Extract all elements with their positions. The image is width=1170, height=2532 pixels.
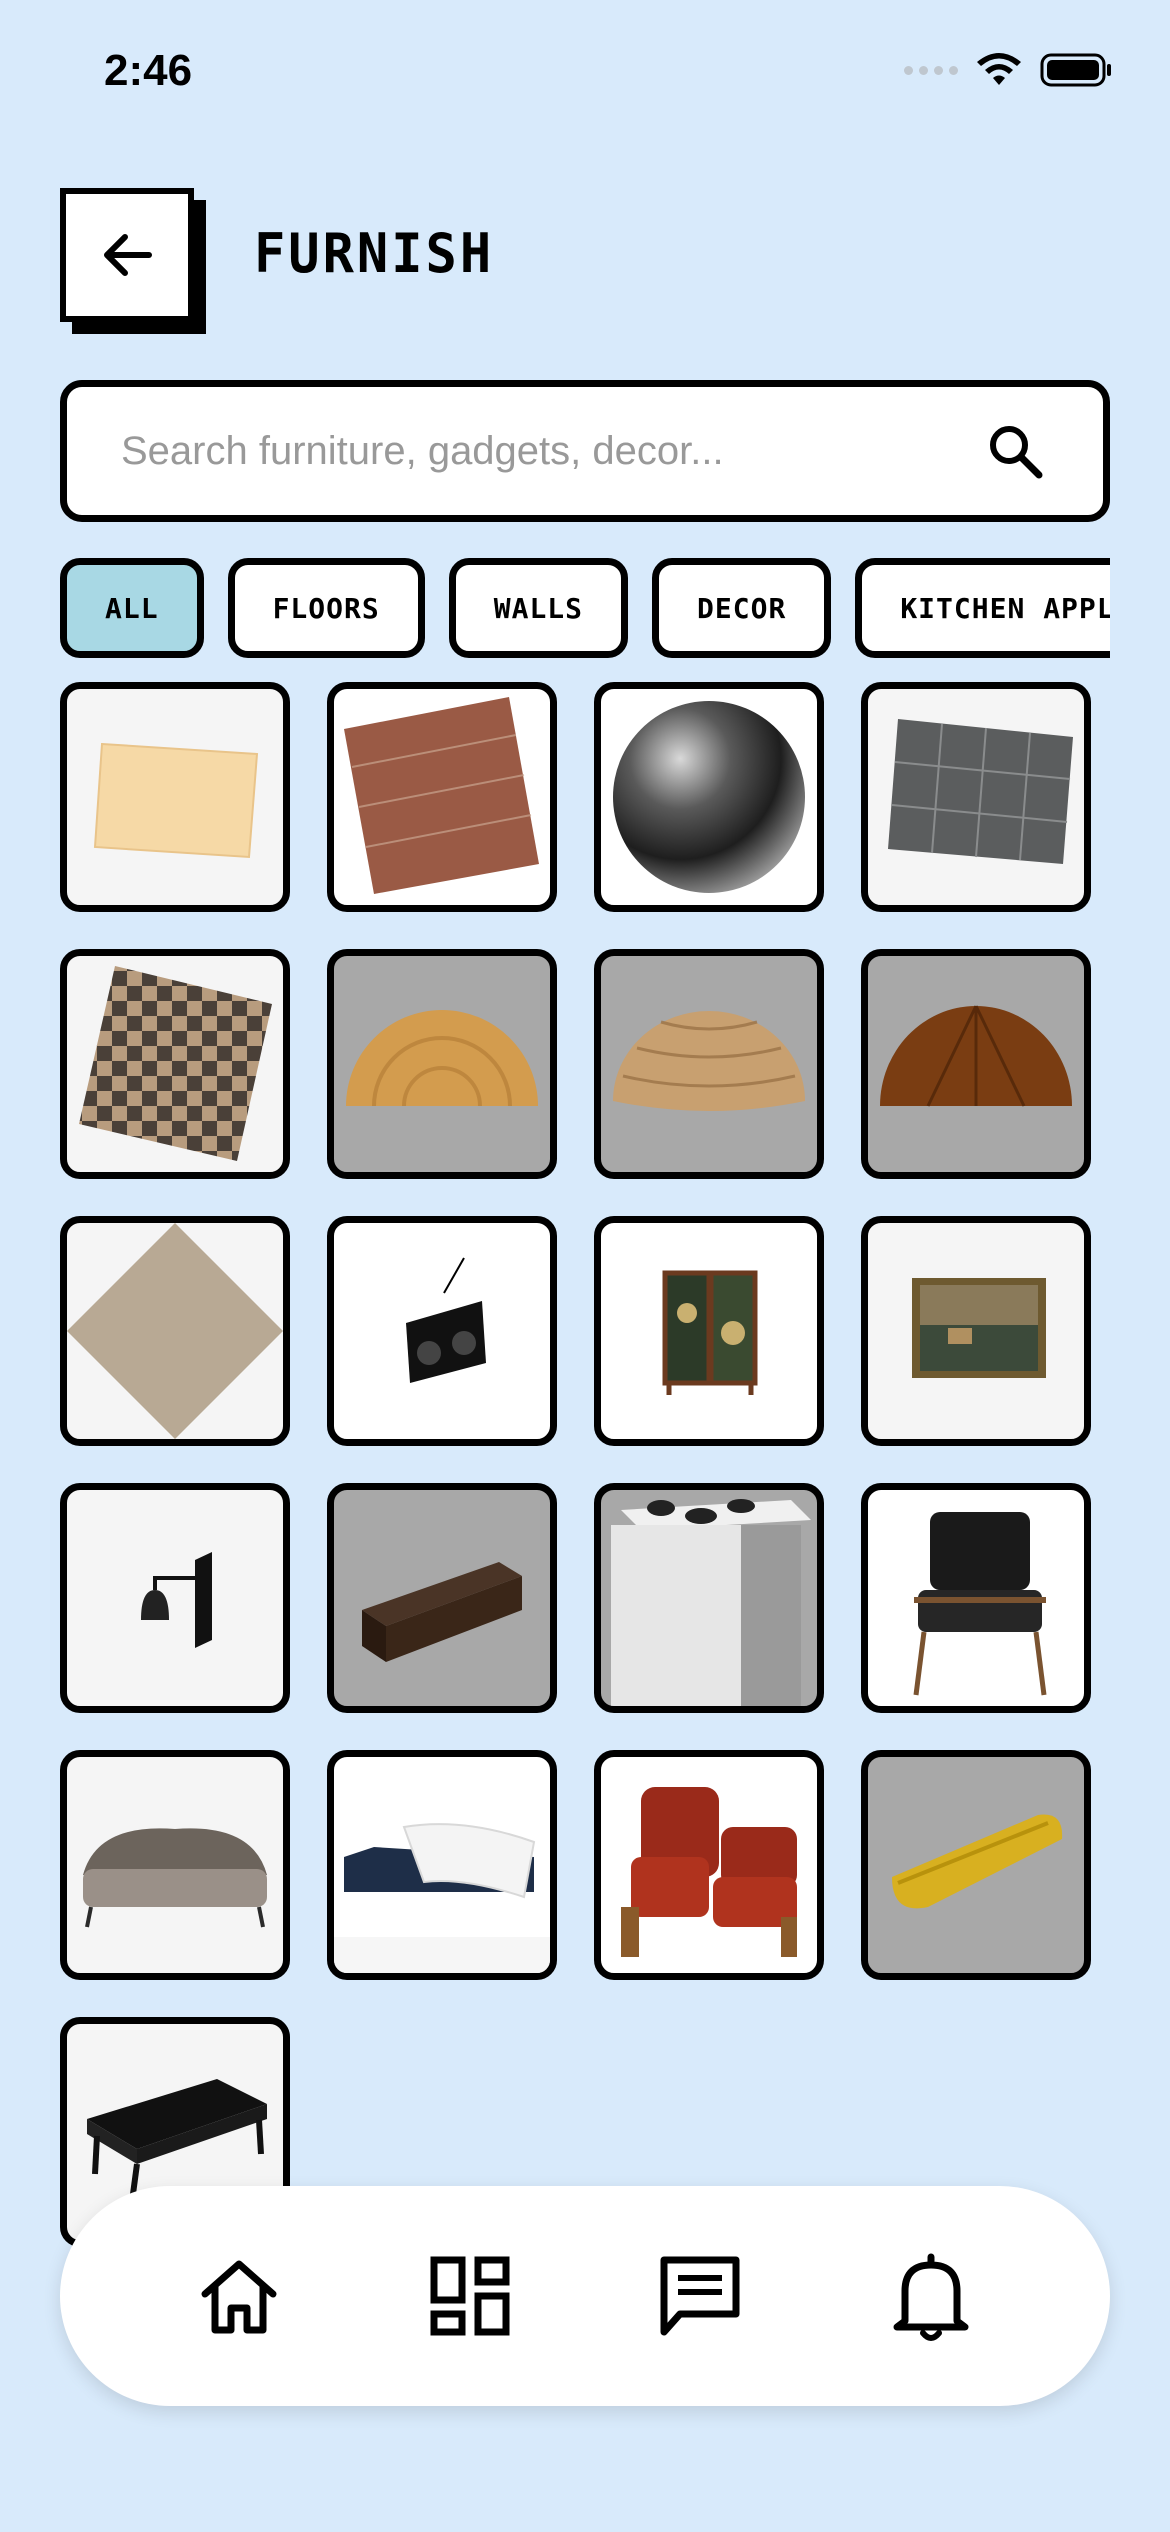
item-light-wood-floor[interactable]: [60, 682, 290, 912]
chip-decor[interactable]: DECOR: [652, 558, 832, 658]
item-folding-screen[interactable]: [594, 1216, 824, 1446]
back-button[interactable]: [60, 188, 194, 322]
dashboard-icon: [430, 2256, 510, 2336]
item-chaise-lounge[interactable]: [327, 1750, 557, 1980]
item-red-chairs[interactable]: [594, 1750, 824, 1980]
chat-icon: [660, 2256, 740, 2336]
chip-floors[interactable]: FLOORS: [227, 558, 425, 658]
gray-stone-tile-thumbnail: [888, 719, 1073, 864]
item-wall-lamp[interactable]: [60, 1483, 290, 1713]
dark-wood-dome-thumbnail: [880, 1005, 1072, 1107]
red-chairs-thumbnail: [621, 1787, 797, 1957]
stove-appliance-thumbnail: [611, 1499, 811, 1706]
item-yellow-sofa[interactable]: [861, 1750, 1091, 1980]
marble-floor-thumbnail: [67, 1223, 283, 1439]
bottom-navigation: [60, 2186, 1110, 2406]
status-indicators: [904, 52, 1114, 88]
brick-wall-thumbnail: [344, 697, 539, 894]
search-icon[interactable]: [985, 421, 1045, 481]
battery-icon: [1040, 53, 1111, 87]
wood-stripe-dome-thumbnail: [613, 1011, 805, 1111]
boombox-thumbnail: [406, 1257, 486, 1383]
search-input[interactable]: [119, 427, 985, 475]
nav-dashboard[interactable]: [420, 2246, 520, 2346]
item-grid: [60, 682, 1110, 2247]
light-wood-floor-thumbnail: [93, 742, 259, 859]
item-wood-stripe-dome[interactable]: [594, 949, 824, 1179]
item-stove-appliance[interactable]: [594, 1483, 824, 1713]
framed-painting-thumbnail: [912, 1278, 1046, 1378]
arrow-left-icon: [104, 234, 152, 276]
leather-armchair-thumbnail: [913, 1512, 1047, 1696]
victorian-sofa-thumbnail: [83, 1828, 267, 1928]
item-brick-wall[interactable]: [327, 682, 557, 912]
nav-home[interactable]: [189, 2246, 289, 2346]
chip-kitchen-appliances[interactable]: KITCHEN APPLIANCES: [855, 558, 1110, 658]
nav-notifications[interactable]: [881, 2246, 981, 2346]
search-bar[interactable]: [60, 380, 1110, 522]
item-boombox[interactable]: [327, 1216, 557, 1446]
checker-floor-thumbnail: [79, 966, 272, 1161]
item-framed-painting[interactable]: [861, 1216, 1091, 1446]
item-dark-wood-dome[interactable]: [861, 949, 1091, 1179]
parquet-dome-thumbnail: [346, 1010, 538, 1107]
item-chrome-sphere[interactable]: [594, 682, 824, 912]
chip-all[interactable]: ALL: [60, 558, 204, 658]
item-checker-floor[interactable]: [60, 949, 290, 1179]
item-tv-console[interactable]: [327, 1483, 557, 1713]
chrome-sphere-thumbnail: [613, 701, 805, 893]
wifi-icon: [977, 53, 1021, 85]
yellow-sofa-thumbnail: [892, 1814, 1063, 1909]
item-gray-stone-tile[interactable]: [861, 682, 1091, 912]
item-parquet-dome[interactable]: [327, 949, 557, 1179]
status-time: 2:46: [104, 46, 193, 95]
home-icon: [201, 2260, 277, 2334]
page-title: FURNISH: [254, 222, 495, 286]
category-chips: ALL FLOORS WALLS DECOR KITCHEN APPLIANCE…: [60, 558, 1110, 658]
item-victorian-sofa[interactable]: [60, 1750, 290, 1980]
tv-console-thumbnail: [362, 1562, 522, 1662]
cellular-signal-icon: [904, 65, 958, 75]
bell-icon: [893, 2253, 969, 2341]
chaise-lounge-thumbnail: [334, 1823, 550, 1973]
chip-walls[interactable]: WALLS: [448, 558, 629, 658]
item-leather-armchair[interactable]: [861, 1483, 1091, 1713]
nav-messages[interactable]: [650, 2246, 750, 2346]
folding-screen-thumbnail: [662, 1270, 758, 1395]
item-marble-floor[interactable]: [60, 1216, 290, 1446]
wall-lamp-thumbnail: [141, 1552, 212, 1648]
